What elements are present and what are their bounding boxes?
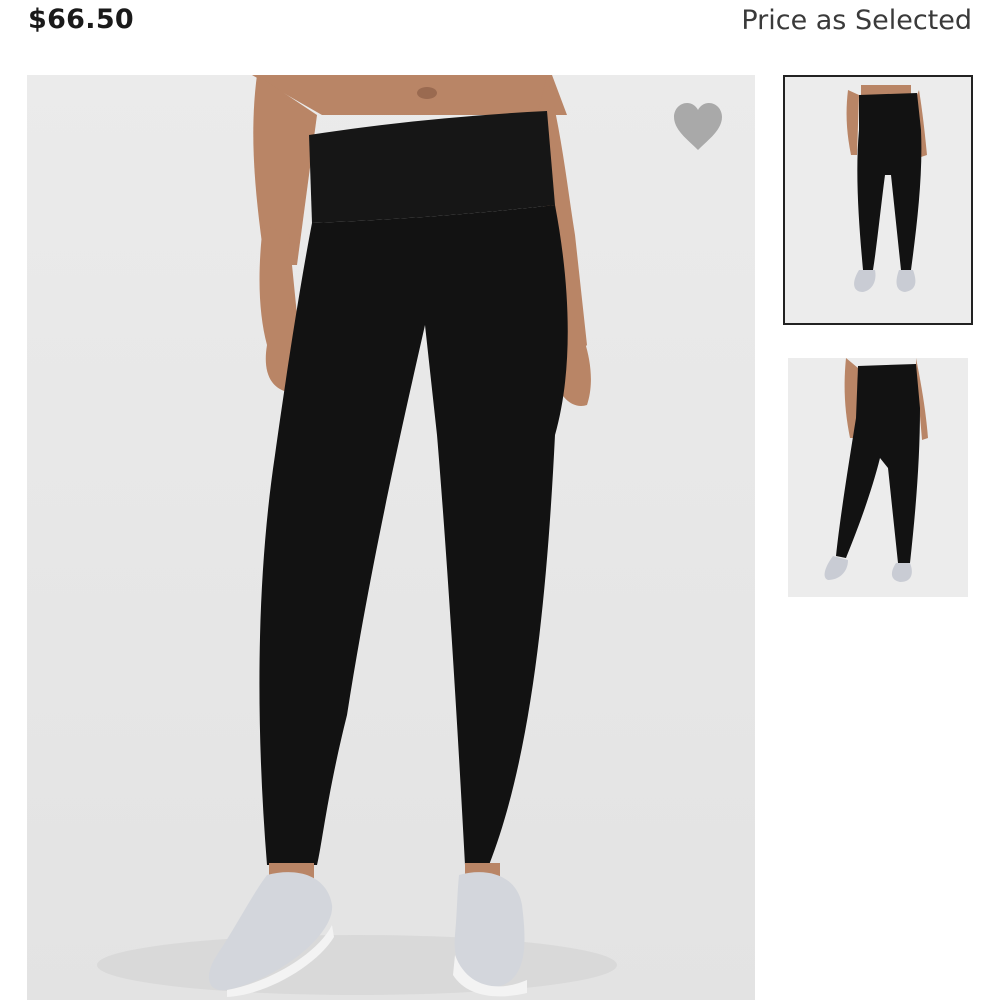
thumbnail-front-view[interactable] [783, 75, 973, 325]
heart-icon [674, 103, 722, 150]
price-note: Price as Selected [741, 5, 972, 36]
main-product-image[interactable] [27, 75, 755, 1000]
thumbnail-front-photo [846, 85, 927, 292]
thumbnail-back-view[interactable] [788, 358, 968, 597]
product-price: $66.50 [28, 4, 134, 35]
leggings-photo [97, 75, 617, 997]
thumbnail-back-photo [824, 358, 928, 582]
price-bar: $66.50 Price as Selected [0, 0, 1000, 50]
favorite-heart-icon[interactable] [670, 100, 726, 156]
